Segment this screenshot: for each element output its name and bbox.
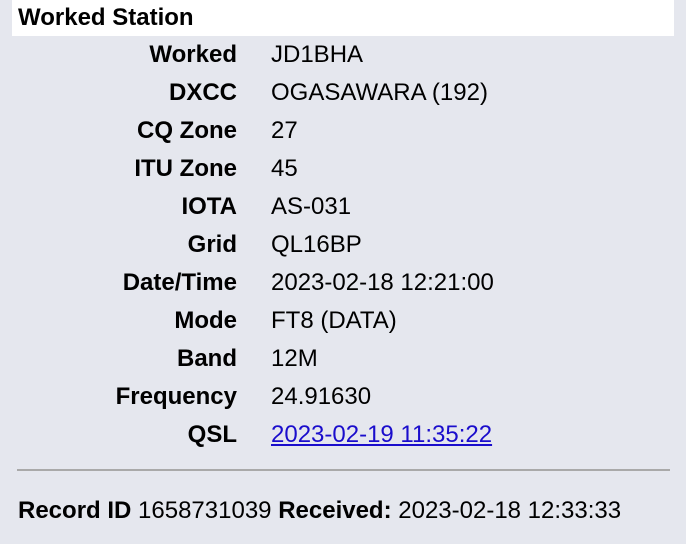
field-value-worked: JD1BHA	[271, 41, 364, 68]
field-row-itu-zone: ITU Zone 45	[0, 150, 686, 188]
field-value-grid: QL16BP	[271, 231, 362, 258]
field-label-worked: Worked	[149, 41, 237, 68]
field-value-iota: AS-031	[271, 193, 352, 220]
field-value-frequency: 24.91630	[271, 383, 372, 410]
field-row-worked: Worked JD1BHA	[0, 36, 686, 74]
field-label-itu-zone: ITU Zone	[134, 155, 237, 182]
field-value-mode: FT8 (DATA)	[271, 307, 397, 334]
field-row-cq-zone: CQ Zone 27	[0, 112, 686, 150]
received-label: Received:	[278, 497, 392, 524]
field-value-date-time: 2023-02-18 12:21:00	[271, 269, 494, 296]
field-label-grid: Grid	[187, 231, 237, 258]
field-row-band: Band 12M	[0, 340, 686, 378]
field-label-qsl: QSL	[187, 421, 237, 448]
field-value-band: 12M	[271, 345, 318, 372]
field-label-frequency: Frequency	[115, 383, 237, 410]
field-value-cq-zone: 27	[271, 117, 298, 144]
field-value-qsl: 2023-02-19 11:35:22	[271, 416, 492, 454]
field-row-mode: Mode FT8 (DATA)	[0, 302, 686, 340]
qsl-date-link[interactable]: 2023-02-19 11:35:22	[271, 421, 492, 448]
field-label-dxcc: DXCC	[168, 79, 237, 106]
field-label-mode: Mode	[174, 307, 237, 334]
received-value: 2023-02-18 12:33:33	[398, 497, 622, 524]
field-value-dxcc: OGASAWARA (192)	[271, 79, 488, 106]
field-row-iota: IOTA AS-031	[0, 188, 686, 226]
divider	[17, 469, 670, 471]
record-id-value: 1658731039	[138, 497, 272, 524]
field-row-qsl: QSL 2023-02-19 11:35:22	[0, 416, 686, 454]
field-value-itu-zone: 45	[271, 155, 298, 182]
field-row-dxcc: DXCC OGASAWARA (192)	[0, 74, 686, 112]
field-row-grid: Grid QL16BP	[0, 226, 686, 264]
field-label-iota: IOTA	[181, 193, 237, 220]
field-label-date-time: Date/Time	[122, 269, 237, 296]
field-row-frequency: Frequency 24.91630	[0, 378, 686, 416]
record-footer: Record ID 1658731039 Received: 2023-02-1…	[18, 493, 621, 529]
field-label-band: Band	[177, 345, 237, 372]
worked-station-panel: Worked Station Worked JD1BHA DXCC OGASAW…	[0, 0, 686, 544]
field-label-cq-zone: CQ Zone	[137, 117, 237, 144]
field-row-date-time: Date/Time 2023-02-18 12:21:00	[0, 264, 686, 302]
field-list: Worked JD1BHA DXCC OGASAWARA (192) CQ Zo…	[0, 36, 686, 454]
section-header: Worked Station	[12, 0, 674, 36]
record-id-label: Record ID	[18, 497, 132, 524]
